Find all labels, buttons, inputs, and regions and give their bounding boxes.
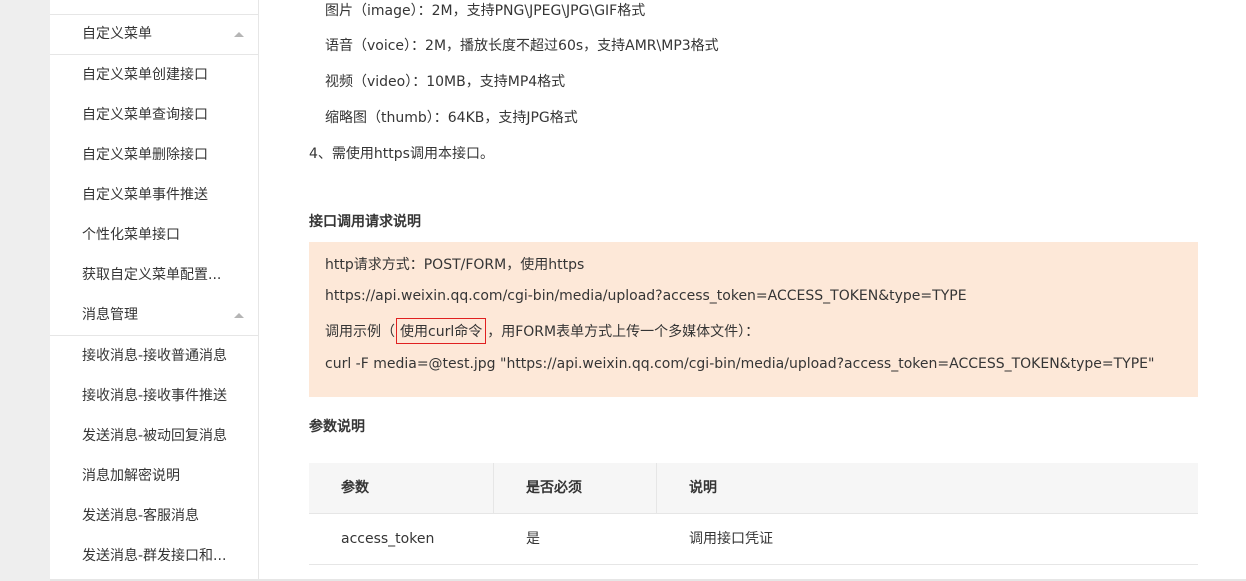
sidebar-item-passive-reply[interactable]: 发送消息-被动回复消息 <box>50 416 258 456</box>
https-note: 4、需使用https调用本接口。 <box>309 146 494 162</box>
column-divider <box>493 463 494 513</box>
sidebar-item-label: 自定义菜单删除接口 <box>82 147 208 163</box>
sidebar-item-personalized-menu[interactable]: 个性化菜单接口 <box>50 215 258 255</box>
curl-highlight: 使用curl命令 <box>396 318 487 344</box>
sidebar-item-label: 发送消息-群发接口和... <box>82 548 227 564</box>
sidebar-nav: 自定义菜单 自定义菜单创建接口 自定义菜单查询接口 自定义菜单删除接口 自定义菜… <box>50 0 259 581</box>
sidebar-item-menu-event-push[interactable]: 自定义菜单事件推送 <box>50 175 258 215</box>
request-url: https://api.weixin.qq.com/cgi-bin/media/… <box>325 288 967 304</box>
left-gutter <box>0 0 50 581</box>
sidebar-item-label: 接收消息-接收事件推送 <box>82 388 228 404</box>
table-cell: 调用接口凭证 <box>689 531 773 547</box>
chevron-up-icon <box>234 32 244 37</box>
sidebar-item-label: 自定义菜单创建接口 <box>82 67 208 83</box>
request-method: http请求方式：POST/FORM，使用https <box>325 257 585 273</box>
sidebar-item-menu-delete[interactable]: 自定义菜单删除接口 <box>50 135 258 175</box>
format-thumb-line: 缩略图（thumb）：64KB，支持JPG格式 <box>325 110 578 126</box>
sidebar-item-menu-query[interactable]: 自定义菜单查询接口 <box>50 95 258 135</box>
sidebar-item-label: 个性化菜单接口 <box>82 227 180 243</box>
example-suffix: ，用FORM表单方式上传一个多媒体文件）： <box>487 324 760 340</box>
request-heading: 接口调用请求说明 <box>309 214 421 230</box>
sidebar-section-message-management[interactable]: 消息管理 <box>50 295 258 336</box>
table-header: 参数 是否必须 说明 <box>309 463 1198 514</box>
sidebar-item-mass-send[interactable]: 发送消息-群发接口和... <box>50 536 258 576</box>
sidebar-item-menu-config[interactable]: 获取自定义菜单配置... <box>50 255 258 295</box>
sidebar-section-custom-menu[interactable]: 自定义菜单 <box>50 14 258 55</box>
sidebar-item-label: 发送消息-被动回复消息 <box>82 428 228 444</box>
request-example: 调用示例（ 使用curl命令 ，用FORM表单方式上传一个多媒体文件）： <box>325 318 759 344</box>
format-video-line: 视频（video）：10MB，支持MP4格式 <box>325 74 566 90</box>
curl-command: curl -F media=@test.jpg "https://api.wei… <box>325 356 1155 372</box>
sidebar-item-menu-create[interactable]: 自定义菜单创建接口 <box>50 55 258 95</box>
sidebar-item-label: 获取自定义菜单配置... <box>82 267 222 283</box>
sidebar-item-label: 消息加解密说明 <box>82 468 180 484</box>
sidebar-item-label: 消息管理 <box>82 307 138 323</box>
table-cell: 是 <box>526 531 540 547</box>
table-header-cell: 说明 <box>689 480 717 496</box>
request-info-box: http请求方式：POST/FORM，使用https https://api.w… <box>309 242 1198 397</box>
example-prefix: 调用示例（ <box>325 324 395 340</box>
table-row: access_token 是 调用接口凭证 <box>309 514 1198 565</box>
sidebar-item-label: 自定义菜单查询接口 <box>82 107 208 123</box>
sidebar-item-label: 接收消息-接收普通消息 <box>82 348 228 364</box>
sidebar-item-receive-event[interactable]: 接收消息-接收事件推送 <box>50 376 258 416</box>
params-heading: 参数说明 <box>309 419 365 435</box>
column-divider <box>656 463 657 513</box>
sidebar-item-customer-service[interactable]: 发送消息-客服消息 <box>50 496 258 536</box>
table-cell: access_token <box>341 531 435 547</box>
table-header-cell: 参数 <box>341 480 369 496</box>
format-voice-line: 语音（voice）：2M，播放长度不超过60s，支持AMR\MP3格式 <box>325 38 719 54</box>
sidebar-item-label: 自定义菜单 <box>82 26 152 42</box>
doc-content: 图片（image）：2M，支持PNG\JPEG\JPG\GIF格式 语音（voi… <box>259 0 1246 581</box>
format-image-line: 图片（image）：2M，支持PNG\JPEG\JPG\GIF格式 <box>325 3 646 19</box>
sidebar-item-encryption[interactable]: 消息加解密说明 <box>50 456 258 496</box>
table-header-cell: 是否必须 <box>526 480 582 496</box>
sidebar-item-label: 发送消息-客服消息 <box>82 508 200 524</box>
sidebar-item-receive-normal[interactable]: 接收消息-接收普通消息 <box>50 336 258 376</box>
chevron-up-icon <box>234 313 244 318</box>
sidebar-item-label: 自定义菜单事件推送 <box>82 187 208 203</box>
